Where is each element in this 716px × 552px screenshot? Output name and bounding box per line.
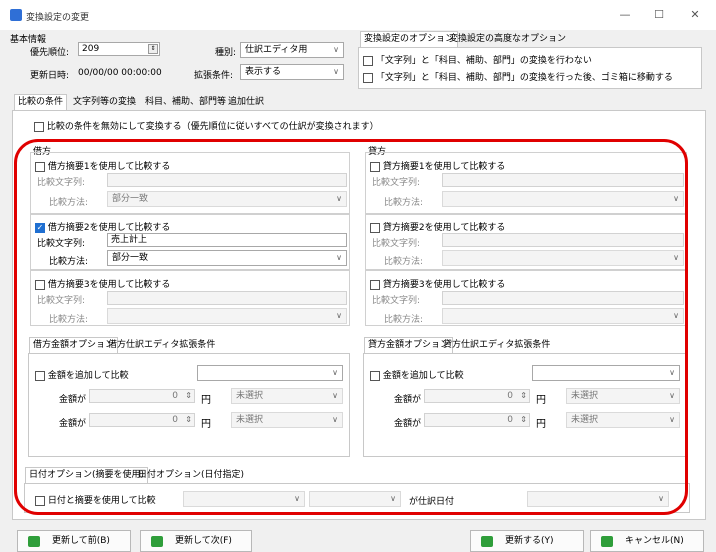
tab-compare-conditions[interactable]: 比較の条件: [14, 94, 68, 110]
option-no-convert[interactable]: 「文字列」と「科目、補助、部門」の変換を行わない: [363, 53, 592, 66]
option-no-convert-label: 「文字列」と「科目、補助、部門」の変換を行わない: [375, 56, 592, 66]
update-next-button[interactable]: 更新して次(F): [140, 530, 252, 552]
extension-label: 拡張条件:: [194, 71, 234, 81]
disable-compare-checkbox[interactable]: [34, 121, 44, 132]
options-panel: 「文字列」と「科目、補助、部門」の変換を行わない 「文字列」と「科目、補助、部門…: [358, 47, 702, 89]
title-bar: 変換設定の変更 — ☐ ✕: [0, 0, 716, 30]
app-icon: [10, 9, 22, 21]
tab-string-conversion[interactable]: 文字列等の変換: [69, 94, 140, 110]
tab-additional-entry[interactable]: 追加仕訳: [224, 94, 268, 110]
update-next-label: 更新して次(F): [175, 536, 232, 546]
close-button[interactable]: ✕: [684, 6, 706, 24]
option-move-trash[interactable]: 「文字列」と「科目、補助、部門」の変換を行った後、ゴミ箱に移動する: [363, 70, 673, 83]
cancel-icon: [601, 536, 613, 547]
update-prev-label: 更新して前(B): [52, 536, 110, 546]
priority-value: 209: [82, 44, 100, 54]
tab-conversion-options[interactable]: 変換設定のオプション: [360, 31, 459, 47]
chevron-down-icon: ∨: [333, 67, 339, 76]
tab-account-subsidiary-dept[interactable]: 科目、補助、部門等: [141, 94, 230, 110]
update-button[interactable]: 更新する(Y): [470, 530, 584, 552]
cancel-label: キャンセル(N): [625, 536, 684, 546]
update-prev-button[interactable]: 更新して前(B): [17, 530, 131, 552]
extension-value: 表示する: [245, 67, 282, 77]
updated-value: 00/00/00 00:00:00: [78, 68, 162, 78]
arrow-left-icon: [28, 536, 40, 547]
maximize-button[interactable]: ☐: [648, 6, 670, 24]
option-no-convert-checkbox[interactable]: [363, 55, 373, 66]
update-label: 更新する(Y): [505, 536, 554, 546]
basic-info-heading: 基本情報: [10, 35, 47, 45]
chevron-down-icon: ∨: [333, 45, 339, 54]
window-title: 変換設定の変更: [26, 13, 90, 23]
priority-label: 優先順位:: [30, 48, 70, 58]
priority-input[interactable]: 209 ⇕: [78, 42, 160, 56]
option-move-trash-label: 「文字列」と「科目、補助、部門」の変換を行った後、ゴミ箱に移動する: [375, 73, 673, 83]
priority-spinner-icon[interactable]: ⇕: [148, 44, 158, 54]
extension-select[interactable]: 表示する ∨: [240, 64, 344, 80]
type-label: 種別:: [215, 48, 237, 58]
updated-label: 更新日時:: [30, 71, 70, 81]
type-value: 仕訳エディタ用: [245, 45, 308, 55]
arrow-right-icon: [151, 536, 163, 547]
cancel-button[interactable]: キャンセル(N): [590, 530, 704, 552]
tab-advanced-options[interactable]: 変換設定の高度なオプション: [445, 31, 570, 47]
check-icon: [481, 536, 493, 547]
disable-compare-option[interactable]: 比較の条件を無効にして変換する（優先順位に従いすべての仕訳が変換されます）: [34, 119, 379, 132]
disable-compare-label: 比較の条件を無効にして変換する（優先順位に従いすべての仕訳が変換されます）: [46, 122, 379, 132]
highlight-ring: [14, 139, 688, 515]
minimize-button[interactable]: —: [614, 6, 636, 24]
option-move-trash-checkbox[interactable]: [363, 72, 373, 83]
type-select[interactable]: 仕訳エディタ用 ∨: [240, 42, 344, 58]
